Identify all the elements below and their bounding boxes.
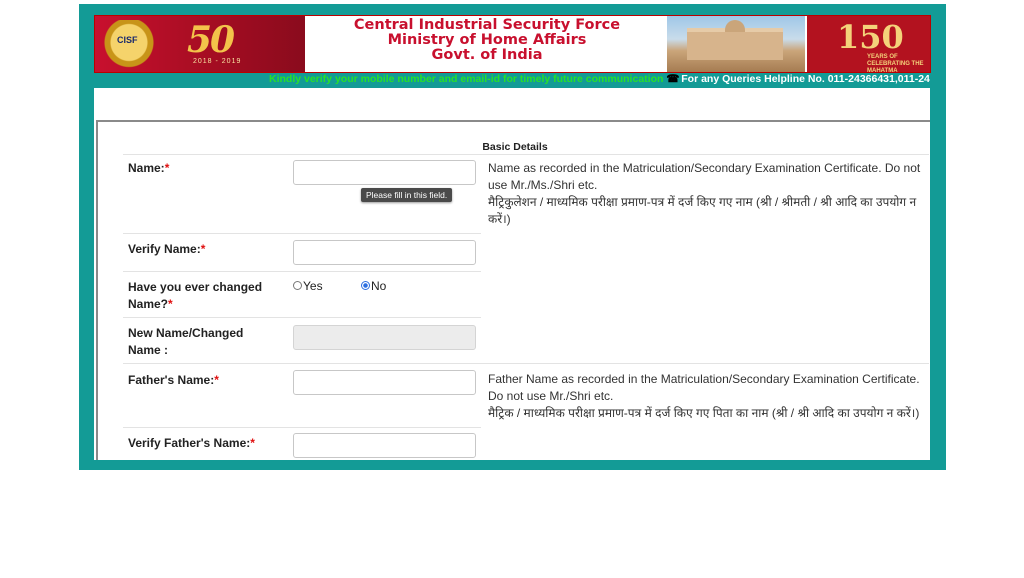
radio-no-label: No xyxy=(371,279,387,293)
verify-father-name-input[interactable] xyxy=(293,433,476,458)
banner-left-panel: CISF 50 2018 - 2019 xyxy=(95,16,305,72)
building-photo xyxy=(667,16,805,72)
organization-title: Central Industrial Security Force Minist… xyxy=(307,18,667,63)
top-strip xyxy=(94,88,930,118)
helpline-text: For any Queries Helpline No. 011-2436643… xyxy=(681,73,930,85)
notice-ticker: Kindly verify your mobile number and ema… xyxy=(269,73,931,87)
radio-no[interactable]: No xyxy=(361,279,386,293)
form-area: Basic Details Name:* Please fill in this… xyxy=(94,118,930,460)
verify-notice: Kindly verify your mobile number and ema… xyxy=(269,73,664,85)
fifty-years-dates: 2018 - 2019 xyxy=(193,58,242,65)
validation-tooltip: Please fill in this field. xyxy=(361,188,453,202)
mahatma-150-logo: 150 YEARS OF CELEBRATING THE MAHATMA xyxy=(807,16,930,73)
father-help-hi: मैट्रिक / माध्यमिक परीक्षा प्रमाण-पत्र म… xyxy=(488,406,920,420)
phone-icon: ☎ xyxy=(666,73,680,85)
required-marker: * xyxy=(164,161,170,175)
name-label: Name:* xyxy=(128,160,278,177)
fifty-years-logo: 50 xyxy=(187,19,235,61)
mahatma-150-caption: YEARS OF CELEBRATING THE MAHATMA xyxy=(867,54,924,73)
radio-yes[interactable]: Yes xyxy=(293,279,323,293)
required-marker: * xyxy=(168,297,173,311)
title-line-3: Govt. of India xyxy=(431,47,543,63)
required-marker: * xyxy=(214,373,219,387)
title-line-1: Central Industrial Security Force xyxy=(353,17,621,33)
mahatma-150-number: 150 xyxy=(837,18,904,56)
row-divider xyxy=(123,233,481,234)
row-divider xyxy=(123,317,481,318)
changed-name-label: Have you ever changed Name?* xyxy=(128,279,278,313)
changed-name-label-text: Have you ever changed Name? xyxy=(128,280,263,311)
cisf-emblem-icon xyxy=(103,20,155,70)
basic-details-form: Basic Details Name:* Please fill in this… xyxy=(96,120,930,460)
verify-father-name-label-text: Verify Father's Name: xyxy=(128,436,251,450)
verify-name-input[interactable] xyxy=(293,240,476,265)
row-divider xyxy=(123,363,929,364)
radio-yes-circle[interactable] xyxy=(293,281,302,290)
name-help-en: Name as recorded in the Matriculation/Se… xyxy=(488,161,921,192)
name-label-text: Name: xyxy=(128,161,165,175)
required-marker: * xyxy=(250,436,255,450)
name-input[interactable] xyxy=(293,160,476,185)
father-name-input[interactable] xyxy=(293,370,476,395)
section-title: Basic Details xyxy=(482,141,548,153)
title-line-2: Ministry of Home Affairs xyxy=(387,32,587,48)
radio-yes-label: Yes xyxy=(303,279,323,293)
required-marker: * xyxy=(200,242,206,256)
row-divider xyxy=(123,427,481,428)
new-name-input xyxy=(293,325,476,350)
name-help: Name as recorded in the Matriculation/Se… xyxy=(488,160,928,228)
row-divider xyxy=(123,271,481,272)
father-name-label: Father's Name:* xyxy=(128,372,278,389)
verify-father-name-label: Verify Father's Name:* xyxy=(128,435,288,452)
row-divider xyxy=(123,154,929,155)
page-frame: CISF 50 2018 - 2019 Central Industrial S… xyxy=(79,4,946,470)
father-name-help: Father Name as recorded in the Matricula… xyxy=(488,371,928,422)
name-help-hi: मैट्रिकुलेशन / माध्यमिक परीक्षा प्रमाण-प… xyxy=(488,195,917,226)
verify-name-label: Verify Name:* xyxy=(128,241,278,258)
emblem-label: CISF xyxy=(117,35,138,45)
father-help-en: Father Name as recorded in the Matricula… xyxy=(488,372,920,403)
verify-name-label-text: Verify Name: xyxy=(128,242,201,256)
header-banner: CISF 50 2018 - 2019 Central Industrial S… xyxy=(94,15,931,73)
radio-no-circle[interactable] xyxy=(361,281,370,290)
father-name-label-text: Father's Name: xyxy=(128,373,215,387)
new-name-label: New Name/Changed Name : xyxy=(128,326,244,357)
